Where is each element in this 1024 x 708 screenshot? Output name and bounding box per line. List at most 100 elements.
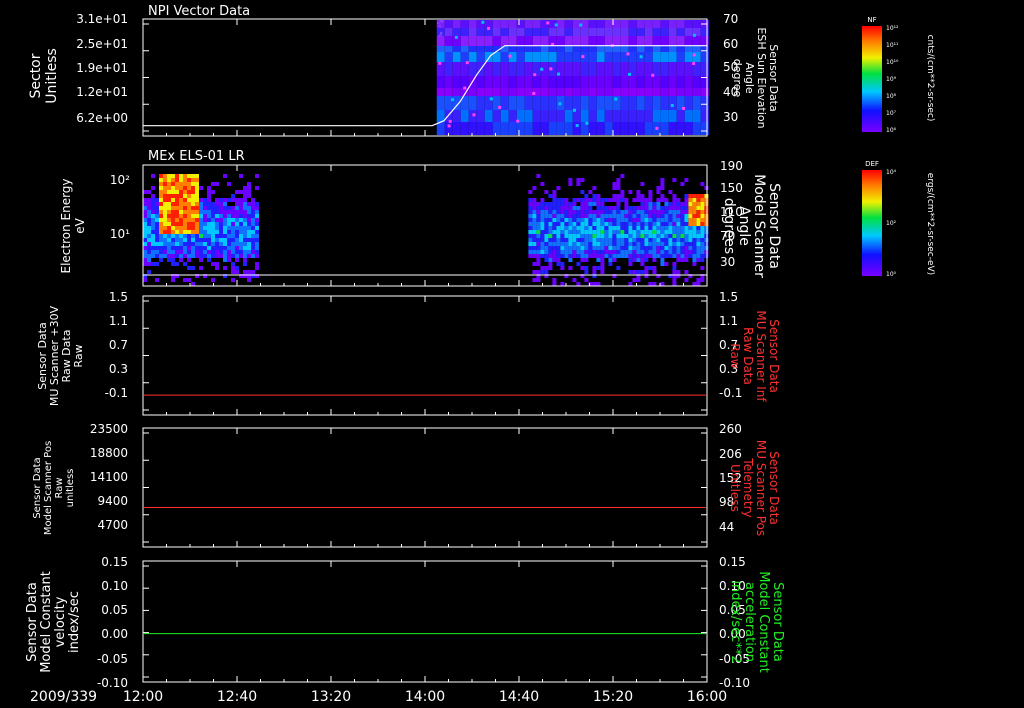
heatmap-cell — [235, 202, 239, 206]
heatmap-cell — [652, 238, 657, 242]
heatmap-cell — [588, 242, 593, 246]
heatmap-cell — [556, 202, 561, 206]
y-tick-label: 18800 — [90, 446, 128, 460]
heatmap-cell — [651, 73, 655, 77]
heatmap-cell — [596, 76, 605, 88]
heatmap-cell — [620, 222, 625, 226]
heatmap-cell — [700, 250, 705, 254]
heatmap-cell — [159, 210, 163, 214]
heatmap-cell — [239, 214, 243, 218]
heatmap-cell — [219, 202, 223, 206]
heatmap-cell — [183, 262, 187, 266]
heatmap-cell — [572, 238, 577, 242]
heatmap-cell — [668, 226, 673, 230]
heatmap-cell — [616, 238, 621, 242]
heatmap-cell — [572, 88, 581, 96]
heatmap-cell — [468, 52, 477, 62]
heatmap-cell — [247, 210, 251, 214]
colorbar-tick-label: 10¹⁰ — [886, 59, 899, 66]
heatmap-cell — [684, 76, 693, 88]
heatmap-cell — [460, 20, 469, 28]
heatmap-cell — [636, 20, 645, 28]
heatmap-cell — [648, 250, 653, 254]
heatmap-cell — [155, 234, 159, 238]
heatmap-cell — [540, 67, 544, 71]
heatmap-cell — [704, 234, 709, 238]
heatmap-cell — [247, 186, 251, 190]
heatmap-cell — [568, 250, 573, 254]
heatmap-cell — [608, 234, 613, 238]
heatmap-cell — [688, 206, 693, 210]
heatmap-cell — [460, 122, 469, 135]
heatmap-cell — [612, 218, 617, 222]
heatmap-cell — [700, 122, 709, 135]
heatmap-cell — [660, 210, 665, 214]
heatmap-cell — [187, 198, 191, 202]
heatmap-cell — [460, 36, 469, 46]
heatmap-cell — [191, 254, 195, 258]
heatmap-cell — [564, 28, 573, 36]
heatmap-cell — [612, 230, 617, 234]
heatmap-cell — [155, 198, 159, 202]
y2-label-line: index/sec**2 — [728, 580, 743, 663]
heatmap-cell — [700, 230, 705, 234]
heatmap-cell — [704, 210, 709, 214]
heatmap-cell — [684, 254, 689, 258]
heatmap-cell — [251, 242, 255, 246]
heatmap-cell — [163, 190, 167, 194]
heatmap-cell — [171, 230, 175, 234]
heatmap-cell — [612, 182, 617, 186]
y-tick-label: 0.7 — [109, 338, 128, 352]
heatmap-cell — [668, 222, 673, 226]
heatmap-cell — [656, 214, 661, 218]
heatmap-cell — [223, 234, 227, 238]
heatmap-cell — [247, 250, 251, 254]
heatmap-cell — [532, 254, 537, 258]
heatmap-cell — [692, 198, 697, 202]
heatmap-cell — [255, 222, 259, 226]
heatmap-cell — [624, 242, 629, 246]
heatmap-cell — [207, 190, 211, 194]
y2-label-line: Sensor Data — [767, 319, 781, 393]
heatmap-cell — [536, 218, 541, 222]
heatmap-cell — [183, 222, 187, 226]
heatmap-cell — [191, 266, 195, 270]
heatmap-cell — [468, 96, 477, 110]
heatmap-cell — [247, 202, 251, 206]
heatmap-cell — [223, 250, 227, 254]
heatmap-cell — [167, 174, 171, 178]
heatmap-cell — [576, 250, 581, 254]
heatmap-cell — [624, 238, 629, 242]
heatmap-cell — [191, 246, 195, 250]
heatmap-cell — [592, 242, 597, 246]
heatmap-cell — [652, 250, 657, 254]
y2-label-line: Model Scanner — [751, 174, 767, 278]
heatmap-cell — [163, 206, 167, 210]
heatmap-cell — [656, 226, 661, 230]
heatmap-cell — [492, 36, 501, 46]
heatmap-cell — [548, 254, 553, 258]
heatmap-cell — [195, 250, 199, 254]
y2-label-line: Raw — [728, 343, 742, 368]
heatmap-cell — [564, 250, 569, 254]
heatmap-cell — [692, 282, 697, 286]
heatmap-cell — [616, 230, 621, 234]
heatmap-cell — [532, 122, 541, 135]
heatmap-cell — [147, 258, 151, 262]
heatmap-cell — [231, 250, 235, 254]
heatmap-cell — [628, 46, 637, 52]
heatmap-cell — [143, 206, 147, 210]
heatmap-cell — [187, 182, 191, 186]
heatmap-cell — [664, 250, 669, 254]
heatmap-cell — [692, 258, 697, 262]
heatmap-cell — [668, 246, 673, 250]
heatmap-cell — [664, 206, 669, 210]
heatmap-cell — [211, 202, 215, 206]
heatmap-cell — [624, 250, 629, 254]
heatmap-cell — [600, 250, 605, 254]
heatmap-cell — [560, 222, 565, 226]
heatmap-cell — [508, 28, 517, 36]
heatmap-cell — [616, 202, 621, 206]
heatmap-cell — [676, 76, 685, 88]
heatmap-cell — [628, 222, 633, 226]
